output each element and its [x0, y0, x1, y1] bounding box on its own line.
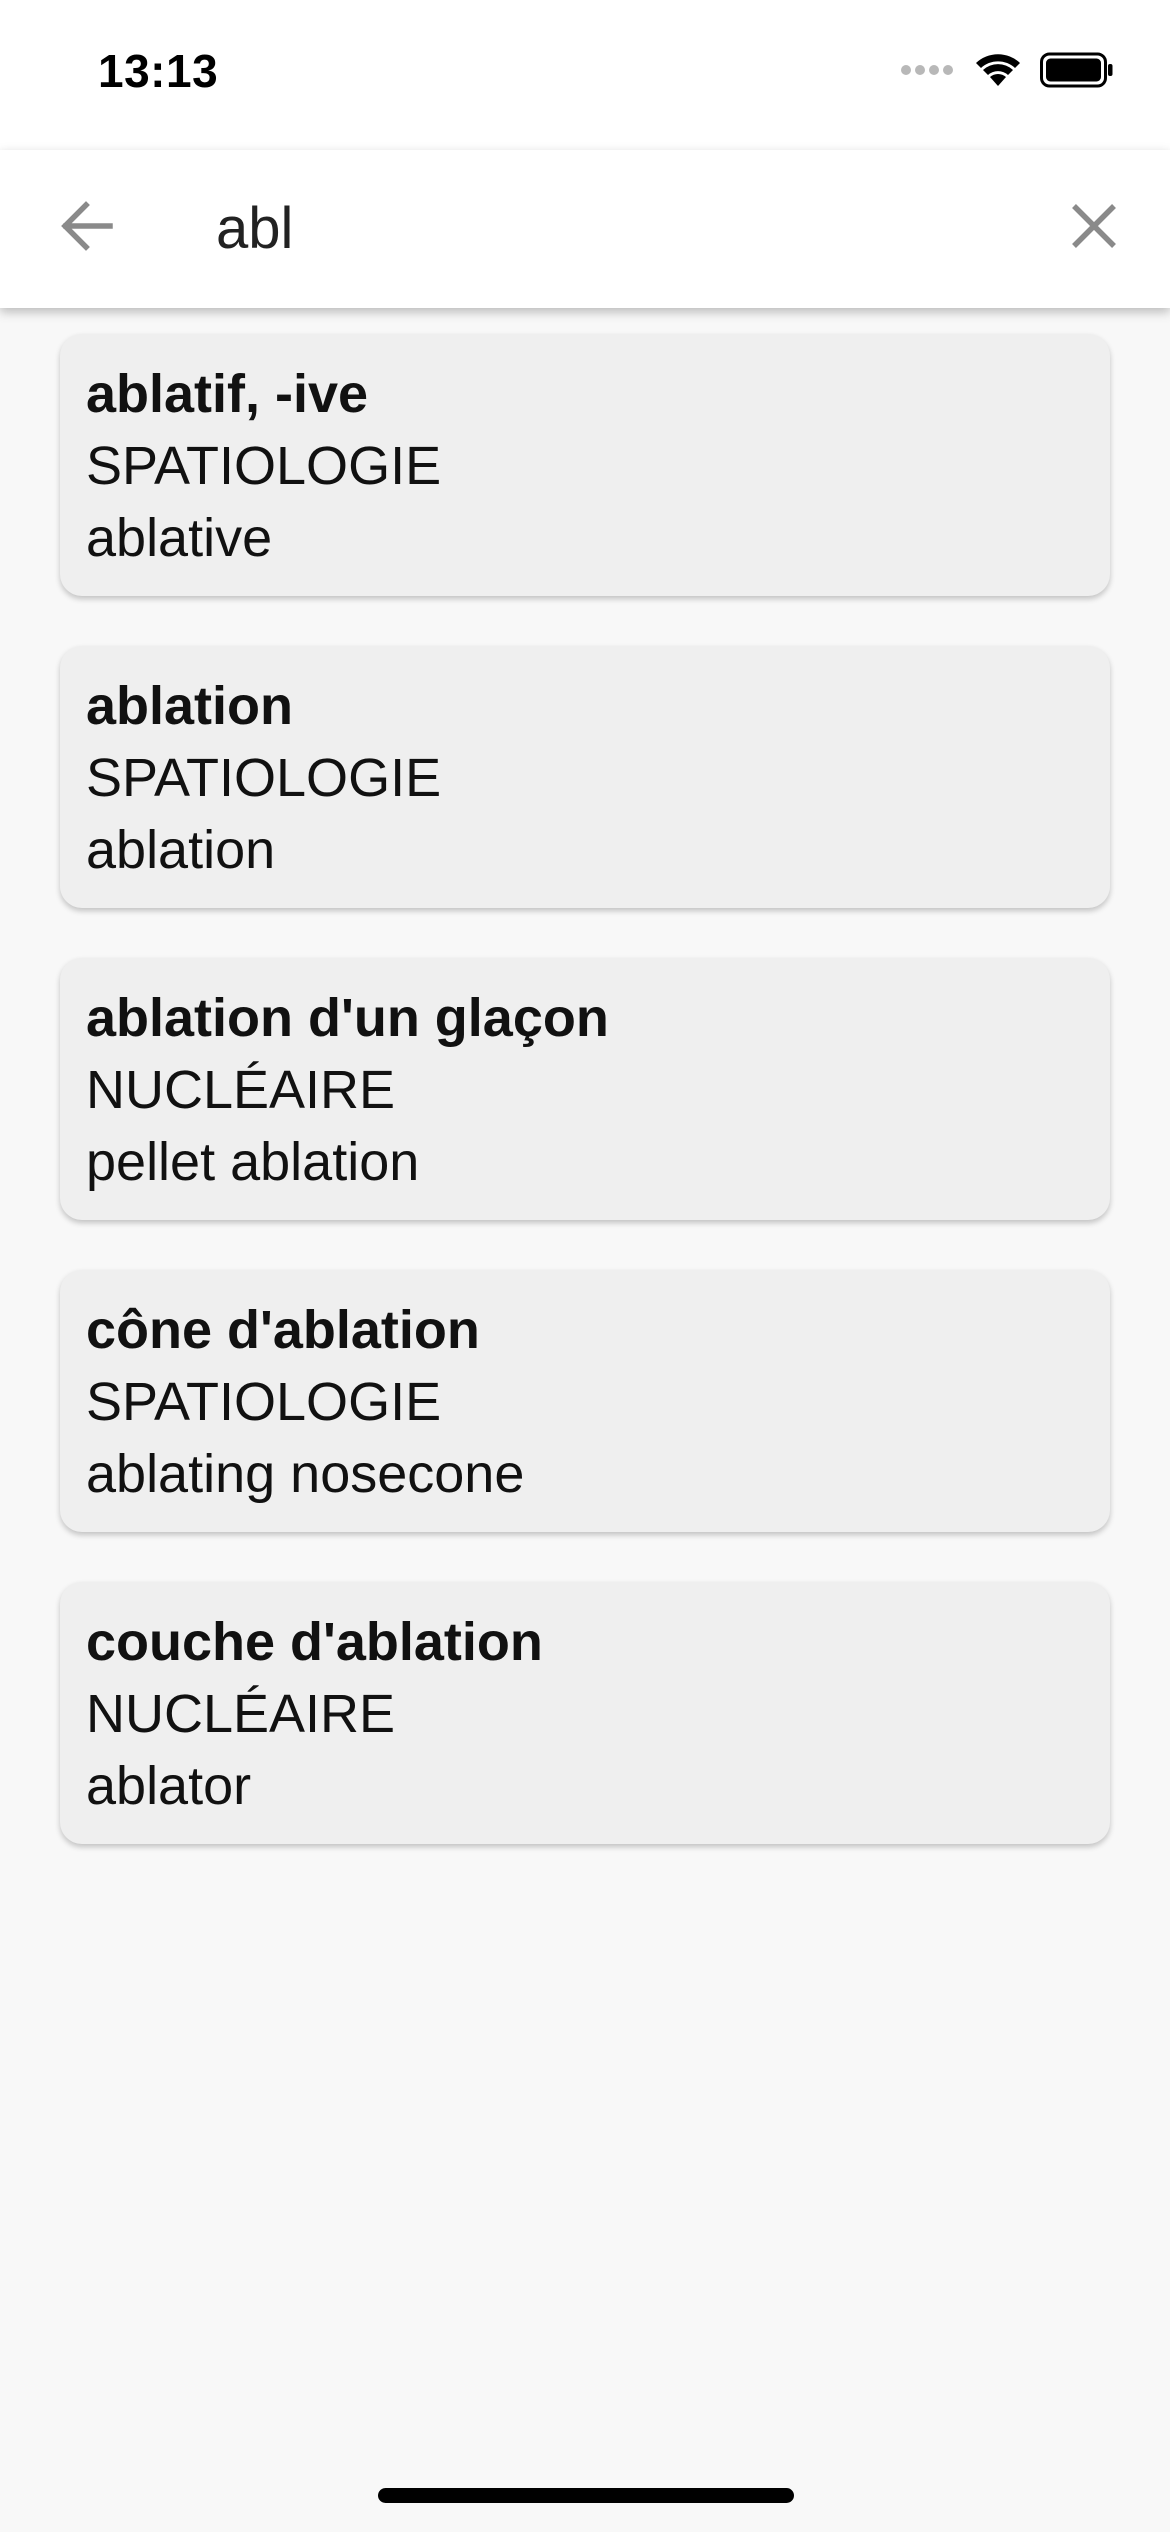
result-term: ablation d'un glaçon: [86, 988, 609, 1048]
result-translation: ablative: [86, 508, 273, 568]
status-bar: 13:13: [0, 0, 1170, 150]
search-input[interactable]: [216, 180, 1016, 276]
home-indicator[interactable]: [378, 2488, 794, 2503]
result-card[interactable]: ablation d'un glaçon NUCLÉAIRE pellet ab…: [60, 958, 1110, 1220]
result-domain: NUCLÉAIRE: [86, 1684, 396, 1744]
result-domain: SPATIOLOGIE: [86, 748, 442, 808]
result-card[interactable]: cône d'ablation SPATIOLOGIE ablating nos…: [60, 1270, 1110, 1532]
arrow-left-icon: [58, 200, 114, 257]
result-term: couche d'ablation: [86, 1612, 543, 1672]
status-icons: [900, 52, 1114, 92]
status-time: 13:13: [98, 45, 219, 97]
result-card[interactable]: ablatif, -ive SPATIOLOGIE ablative: [60, 334, 1110, 596]
result-term: ablation: [86, 676, 294, 736]
result-card[interactable]: ablation SPATIOLOGIE ablation: [60, 646, 1110, 908]
result-translation: ablation: [86, 820, 276, 880]
result-domain: SPATIOLOGIE: [86, 1372, 442, 1432]
signal-dots-icon: [900, 63, 956, 81]
results-list: ablatif, -ive SPATIOLOGIE ablative ablat…: [60, 334, 1110, 1894]
clear-search-button[interactable]: [1058, 192, 1130, 264]
result-term: ablatif, -ive: [86, 364, 369, 424]
battery-icon: [1040, 52, 1114, 93]
result-domain: NUCLÉAIRE: [86, 1060, 396, 1120]
result-translation: pellet ablation: [86, 1132, 420, 1192]
result-card[interactable]: couche d'ablation NUCLÉAIRE ablator: [60, 1582, 1110, 1844]
result-term: cône d'ablation: [86, 1300, 480, 1360]
back-button[interactable]: [50, 192, 122, 264]
result-domain: SPATIOLOGIE: [86, 436, 442, 496]
result-translation: ablating nosecone: [86, 1444, 525, 1504]
close-icon: [1070, 202, 1118, 255]
result-translation: ablator: [86, 1756, 252, 1816]
wifi-icon: [974, 52, 1022, 93]
search-bar: [0, 150, 1170, 308]
